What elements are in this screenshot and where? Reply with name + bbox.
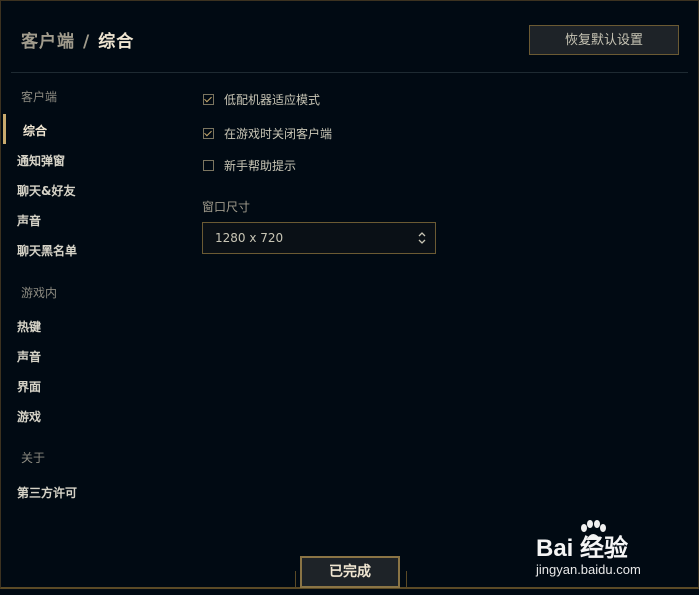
footer-notch-left <box>295 571 296 587</box>
sidebar-item-notifications[interactable]: 通知弹窗 <box>17 152 65 169</box>
sidebar-item-chat-blocklist[interactable]: 聊天黑名单 <box>17 242 77 259</box>
page-title: 客户端 / 综合 <box>21 27 134 52</box>
low-spec-checkbox[interactable] <box>203 94 214 105</box>
sidebar-item-hotkeys[interactable]: 热键 <box>17 318 41 335</box>
sidebar-item-general[interactable]: 综合 <box>23 122 47 139</box>
header-divider <box>11 72 688 73</box>
option-low-spec-mode[interactable]: 低配机器适应模式 <box>203 91 320 108</box>
breadcrumb-current: 综合 <box>98 32 135 52</box>
newbie-tips-checkbox[interactable] <box>203 160 214 171</box>
breadcrumb-parent: 客户端 <box>21 32 75 52</box>
close-client-label: 在游戏时关闭客户端 <box>224 127 333 141</box>
sidebar-item-ingame-sound[interactable]: 声音 <box>17 348 41 365</box>
option-newbie-tips[interactable]: 新手帮助提示 <box>203 157 296 174</box>
sidebar-section-client: 客户端 <box>21 90 58 104</box>
option-close-client-ingame[interactable]: 在游戏时关闭客户端 <box>203 125 332 142</box>
select-arrows-icon <box>418 232 426 244</box>
restore-defaults-button[interactable]: 恢复默认设置 <box>529 25 679 55</box>
sidebar-section-ingame: 游戏内 <box>21 286 58 300</box>
footer-notch-right <box>406 571 407 587</box>
breadcrumb-separator: / <box>83 32 91 52</box>
close-client-checkbox[interactable] <box>203 128 214 139</box>
active-indicator <box>3 114 6 144</box>
sidebar-item-third-party-licenses[interactable]: 第三方许可 <box>17 484 77 501</box>
watermark-url: jingyan.baidu.com <box>536 562 641 577</box>
baidu-jingyan-watermark: Bai 经验 jingyan.baidu.com <box>536 520 696 580</box>
done-button[interactable]: 已完成 <box>300 556 400 588</box>
window-size-value: 1280 x 720 <box>215 231 284 245</box>
watermark-logo-text: Bai 经验 <box>536 535 629 562</box>
sidebar-item-client-sound[interactable]: 声音 <box>17 212 41 229</box>
window-size-label: 窗口尺寸 <box>202 200 251 214</box>
sidebar-section-about: 关于 <box>21 451 46 465</box>
sidebar-item-chat-friends[interactable]: 聊天&好友 <box>17 182 75 199</box>
window-size-select[interactable]: 1280 x 720 <box>202 222 436 254</box>
newbie-tips-label: 新手帮助提示 <box>224 159 297 173</box>
sidebar-item-game[interactable]: 游戏 <box>17 408 41 425</box>
sidebar-item-interface[interactable]: 界面 <box>17 378 41 395</box>
low-spec-label: 低配机器适应模式 <box>224 93 321 107</box>
settings-window: 客户端 / 综合 恢复默认设置 客户端 综合 通知弹窗 聊天&好友 声音 聊天黑名单… <box>0 0 699 589</box>
